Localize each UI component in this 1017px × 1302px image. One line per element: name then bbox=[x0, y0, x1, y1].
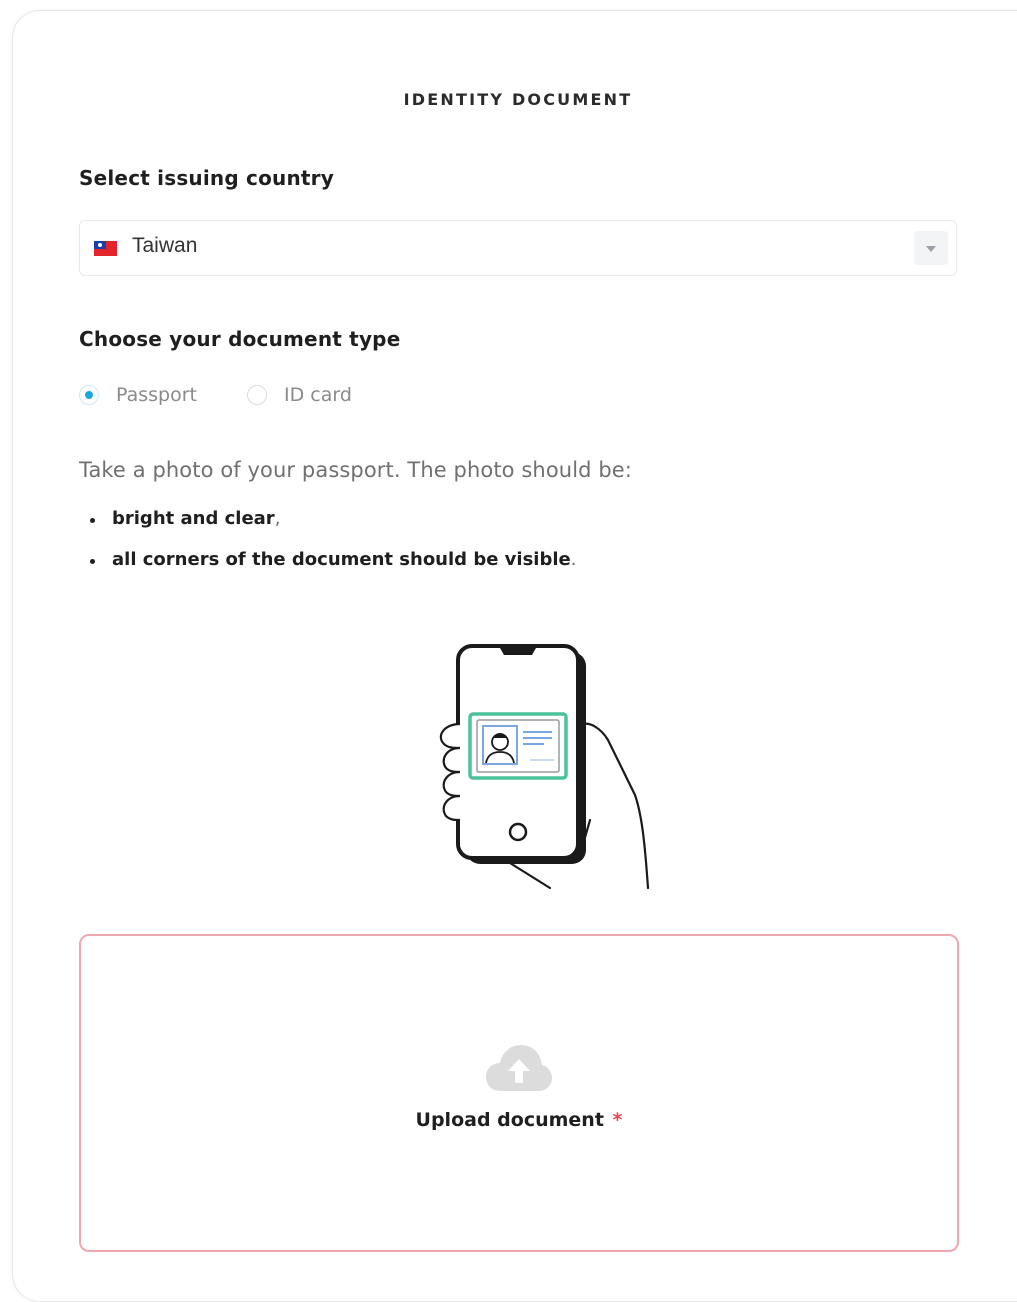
taiwan-flag-icon bbox=[94, 241, 117, 256]
country-select-value: Taiwan bbox=[132, 234, 198, 257]
country-label: Select issuing country bbox=[79, 166, 334, 190]
section-title: IDENTITY DOCUMENT bbox=[403, 90, 633, 109]
requirement-item: all corners of the document should be vi… bbox=[90, 549, 576, 590]
cloud-upload-icon bbox=[486, 1045, 552, 1091]
country-select[interactable]: Taiwan bbox=[79, 220, 957, 276]
photo-requirements-list: bright and clear, all corners of the doc… bbox=[90, 508, 576, 590]
radio-id-card-label[interactable]: ID card bbox=[284, 384, 352, 406]
phone-scanning-document-illustration bbox=[439, 644, 650, 890]
radio-passport-label[interactable]: Passport bbox=[116, 384, 197, 406]
document-type-label: Choose your document type bbox=[79, 327, 401, 351]
required-marker: * bbox=[612, 1109, 623, 1131]
upload-document-dropzone[interactable]: Upload document * bbox=[79, 934, 959, 1252]
radio-passport-indicator[interactable] bbox=[79, 385, 99, 405]
upload-document-label[interactable]: Upload document * bbox=[81, 1109, 957, 1131]
requirement-item: bright and clear, bbox=[90, 508, 576, 549]
chevron-down-icon[interactable] bbox=[914, 231, 948, 265]
photo-instructions: Take a photo of your passport. The photo… bbox=[79, 458, 632, 482]
radio-id-card-indicator[interactable] bbox=[247, 385, 267, 405]
